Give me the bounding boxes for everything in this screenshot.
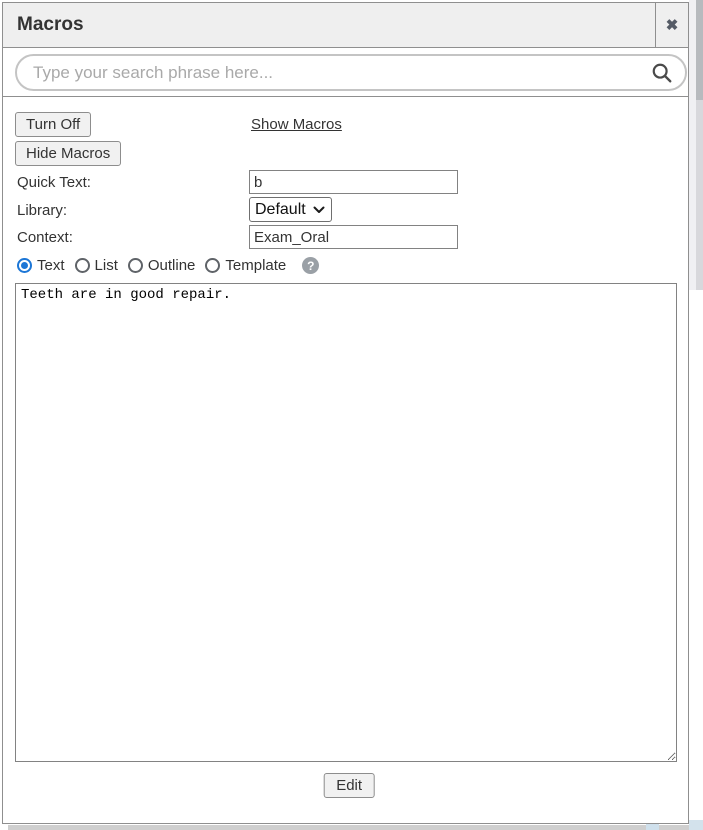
show-macros-link[interactable]: Show Macros <box>251 116 342 133</box>
macro-type-radio-group: Text List Outline Template ? <box>17 257 319 274</box>
close-icon: ✖ <box>666 16 679 34</box>
search-bar <box>15 54 687 91</box>
radio-button-icon <box>17 258 32 273</box>
search-icon[interactable] <box>651 62 673 84</box>
search-section <box>3 48 688 97</box>
radio-outline-label: Outline <box>148 257 196 274</box>
macro-content-textarea[interactable]: Teeth are in good repair. <box>15 283 677 762</box>
close-button[interactable]: ✖ <box>655 3 688 47</box>
radio-text[interactable]: Text <box>17 257 65 274</box>
dialog-header: Macros ✖ <box>3 3 688 48</box>
quick-text-input[interactable] <box>249 170 458 194</box>
radio-template[interactable]: Template <box>205 257 286 274</box>
background-fragment <box>689 820 703 830</box>
radio-list-label: List <box>95 257 118 274</box>
context-input[interactable] <box>249 225 458 249</box>
search-input[interactable] <box>33 63 651 83</box>
radio-outline[interactable]: Outline <box>128 257 196 274</box>
turn-off-button[interactable]: Turn Off <box>15 112 91 137</box>
macros-dialog: Macros ✖ Turn Off Show Macros Hide Macro… <box>2 2 689 824</box>
radio-template-label: Template <box>225 257 286 274</box>
background-scrollbar-thumb[interactable] <box>696 0 703 100</box>
context-label: Context: <box>17 229 73 246</box>
page-background: Macros ✖ Turn Off Show Macros Hide Macro… <box>0 0 703 830</box>
library-select[interactable]: Default <box>249 197 332 222</box>
chevron-down-icon <box>313 206 325 214</box>
radio-list[interactable]: List <box>75 257 118 274</box>
help-icon[interactable]: ? <box>302 257 319 274</box>
radio-button-icon <box>205 258 220 273</box>
library-label: Library: <box>17 202 67 219</box>
edit-button[interactable]: Edit <box>323 773 375 798</box>
quick-text-label: Quick Text: <box>17 174 91 191</box>
radio-text-label: Text <box>37 257 65 274</box>
dialog-shadow <box>8 825 689 830</box>
library-selected-value: Default <box>255 201 313 219</box>
background-fragment <box>646 823 659 830</box>
dialog-content: Turn Off Show Macros Hide Macros Quick T… <box>3 97 688 821</box>
hide-macros-button[interactable]: Hide Macros <box>15 141 121 166</box>
radio-button-icon <box>128 258 143 273</box>
radio-button-icon <box>75 258 90 273</box>
dialog-title: Macros <box>3 3 655 47</box>
